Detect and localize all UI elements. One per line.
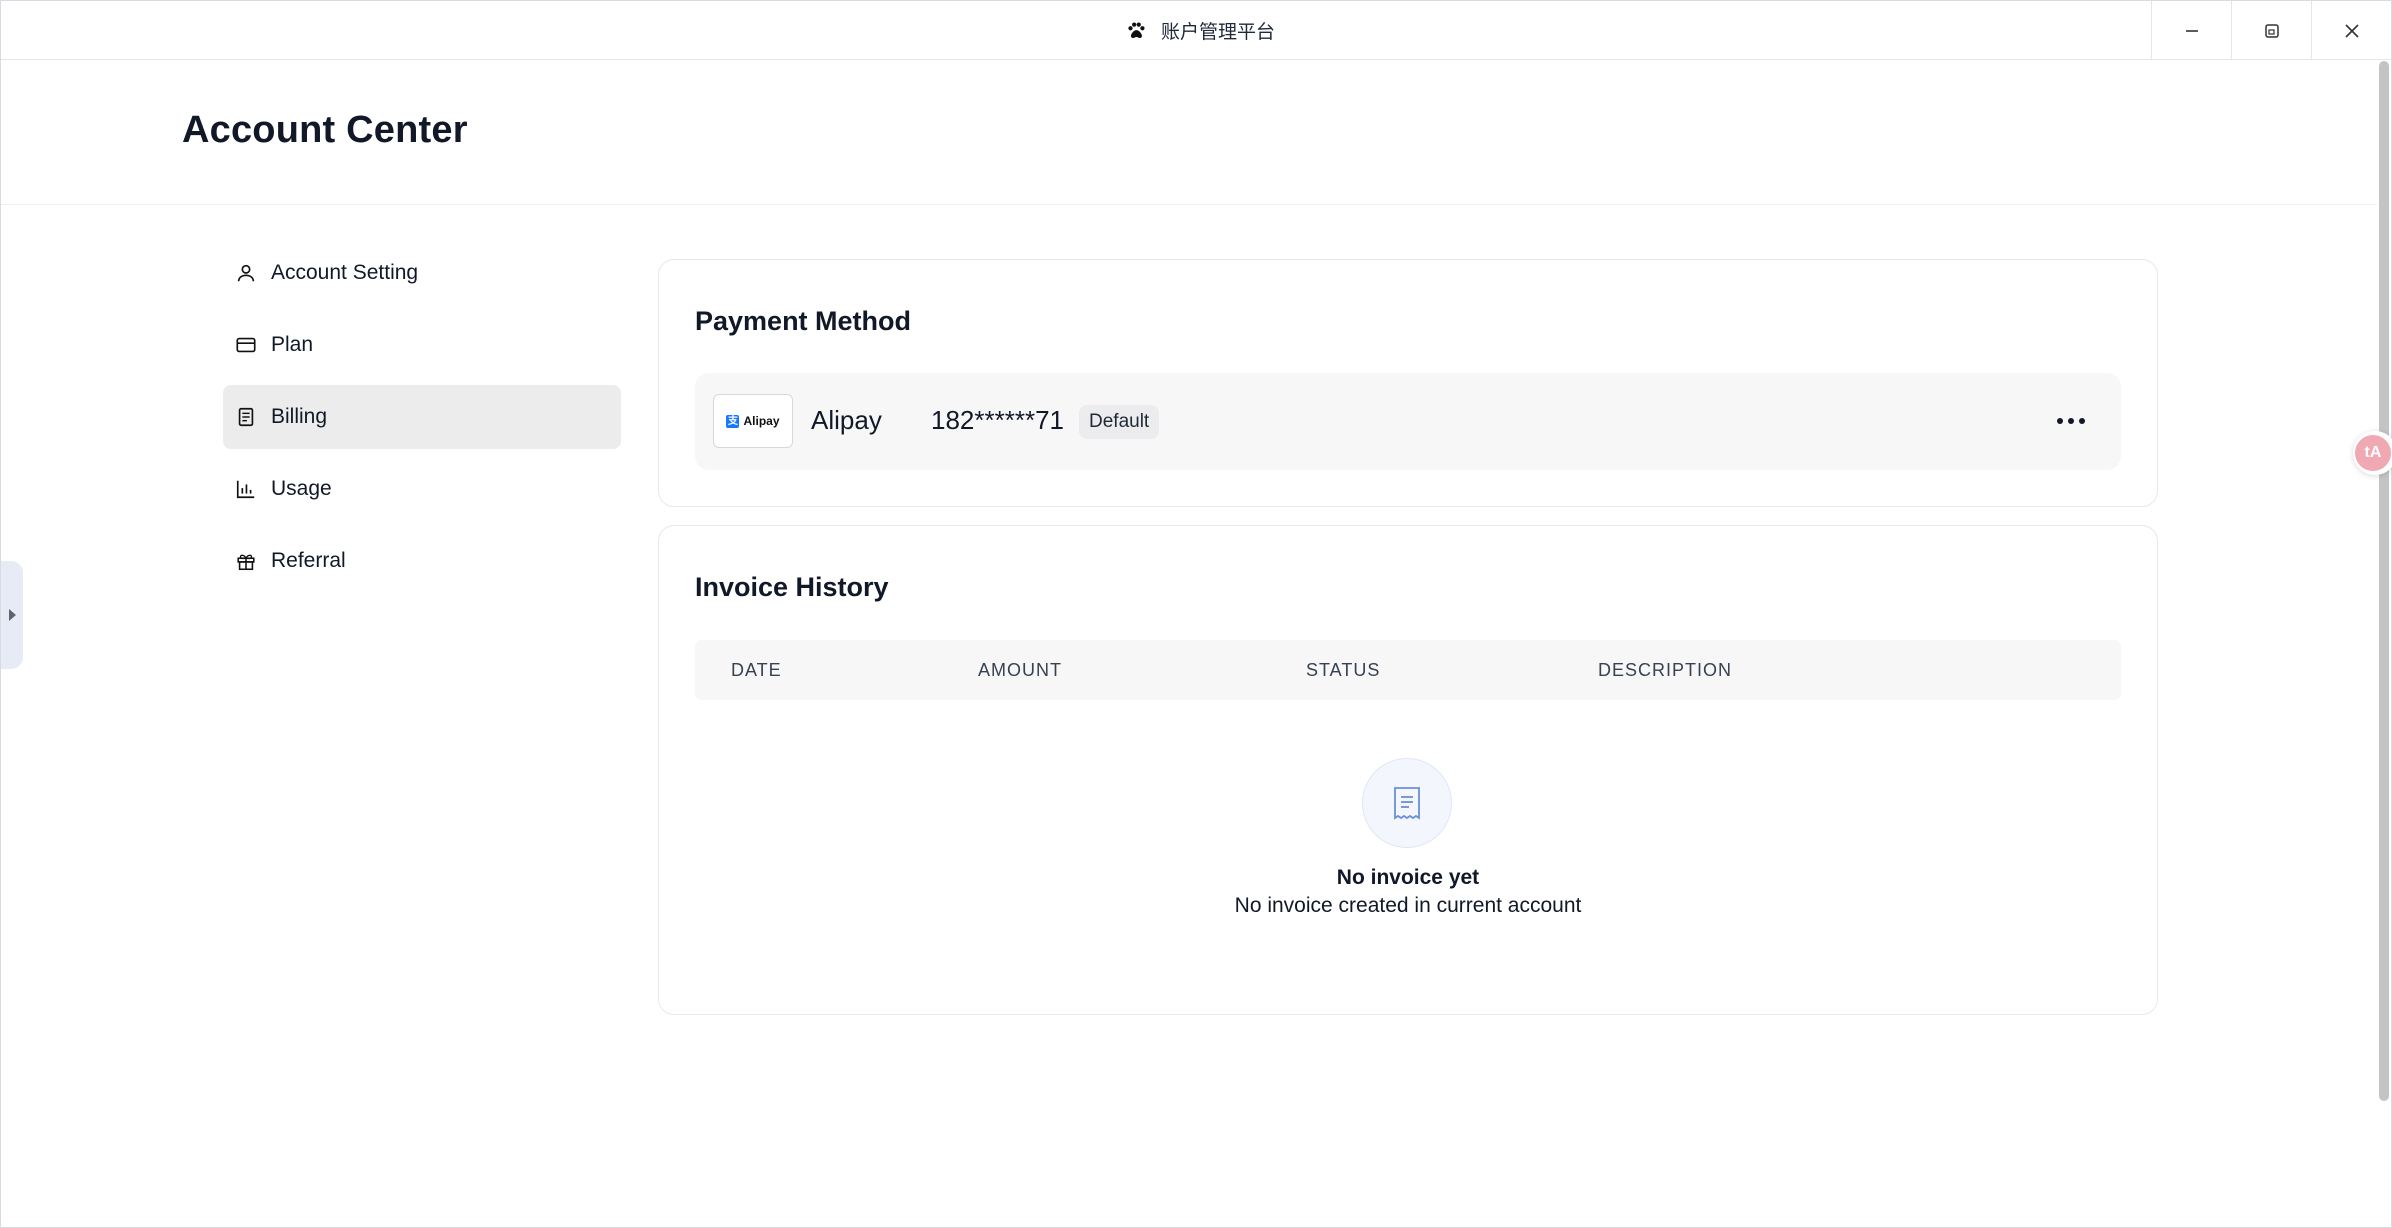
default-badge: Default xyxy=(1079,405,1160,439)
window-title-group: 账户管理平台 xyxy=(1125,1,1275,60)
title-bar[interactable]: 账户管理平台 xyxy=(1,1,2391,60)
translate-icon: tA xyxy=(2355,435,2391,471)
more-dot-icon xyxy=(2057,418,2063,424)
column-header-amount[interactable]: AMOUNT xyxy=(978,660,1062,681)
more-options-button[interactable] xyxy=(2051,403,2091,439)
column-header-date[interactable]: DATE xyxy=(731,660,782,681)
close-button[interactable] xyxy=(2311,1,2391,60)
chevron-right-icon xyxy=(8,609,16,621)
window-title: 账户管理平台 xyxy=(1161,22,1276,43)
translate-button[interactable]: tA xyxy=(2353,431,2392,475)
alipay-logo-text: Alipay xyxy=(743,414,780,428)
invoice-history-card: Invoice History DATE AMOUNT STATUS DESCR… xyxy=(658,525,2158,1015)
invoice-table-header: DATE AMOUNT STATUS DESCRIPTION xyxy=(695,640,2121,700)
empty-invoice-icon xyxy=(1362,758,1452,848)
column-header-status[interactable]: STATUS xyxy=(1306,660,1380,681)
payment-method-number: 182******71 xyxy=(931,405,1065,435)
sidebar-item-referral[interactable]: Referral xyxy=(223,529,621,593)
app-window: 账户管理平台 Account Center Account Setting Pl… xyxy=(0,0,2392,1228)
sidebar-item-billing[interactable]: Billing xyxy=(223,385,621,449)
sidebar-item-label: Usage xyxy=(271,477,332,500)
alipay-icon: 支 xyxy=(726,414,740,428)
sidebar-item-label: Referral xyxy=(271,549,346,572)
payment-method-title: Payment Method xyxy=(695,306,912,336)
minimize-icon xyxy=(2185,29,2198,32)
receipt-icon xyxy=(238,407,254,427)
payment-method-name: Alipay xyxy=(811,405,882,435)
user-icon xyxy=(237,264,255,282)
document-icon xyxy=(1394,787,1420,820)
invoice-history-title: Invoice History xyxy=(695,572,889,602)
sidebar-item-label: Account Setting xyxy=(271,261,419,284)
empty-state-subtitle: No invoice created in current account xyxy=(1234,894,1582,917)
minimize-button[interactable] xyxy=(2151,1,2231,60)
payment-method-row: 支 Alipay Alipay 182******71 Default xyxy=(695,373,2121,470)
alipay-logo: 支 Alipay xyxy=(713,394,793,448)
sidebar-item-usage[interactable]: Usage xyxy=(223,457,621,521)
sidebar-item-label: Plan xyxy=(271,333,314,356)
sidebar-expand-tab[interactable] xyxy=(1,561,23,669)
sidebar-item-plan[interactable]: Plan xyxy=(223,313,621,377)
paw-icon xyxy=(1128,21,1145,38)
page-title: Account Center xyxy=(182,109,468,151)
bar-chart-icon xyxy=(236,480,255,499)
sidebar-nav: Account Setting Plan Billing Usage Refer… xyxy=(223,241,621,601)
gift-icon xyxy=(237,554,255,571)
sidebar-item-label: Billing xyxy=(271,405,328,428)
sidebar-item-account-setting[interactable]: Account Setting xyxy=(223,241,621,305)
payment-method-card: Payment Method 支 Alipay Alipay 182******… xyxy=(658,259,2158,507)
close-icon xyxy=(2344,23,2359,38)
restore-icon xyxy=(2264,23,2279,38)
credit-card-icon xyxy=(236,337,256,353)
column-header-description[interactable]: DESCRIPTION xyxy=(1598,660,1732,681)
more-dot-icon xyxy=(2079,418,2085,424)
empty-state-title: No invoice yet xyxy=(1336,866,1480,889)
more-dot-icon xyxy=(2068,418,2074,424)
window-controls xyxy=(2151,1,2391,60)
page-header: Account Center xyxy=(1,61,2379,205)
scrollbar-thumb[interactable] xyxy=(2379,61,2389,1101)
restore-button[interactable] xyxy=(2231,1,2311,60)
